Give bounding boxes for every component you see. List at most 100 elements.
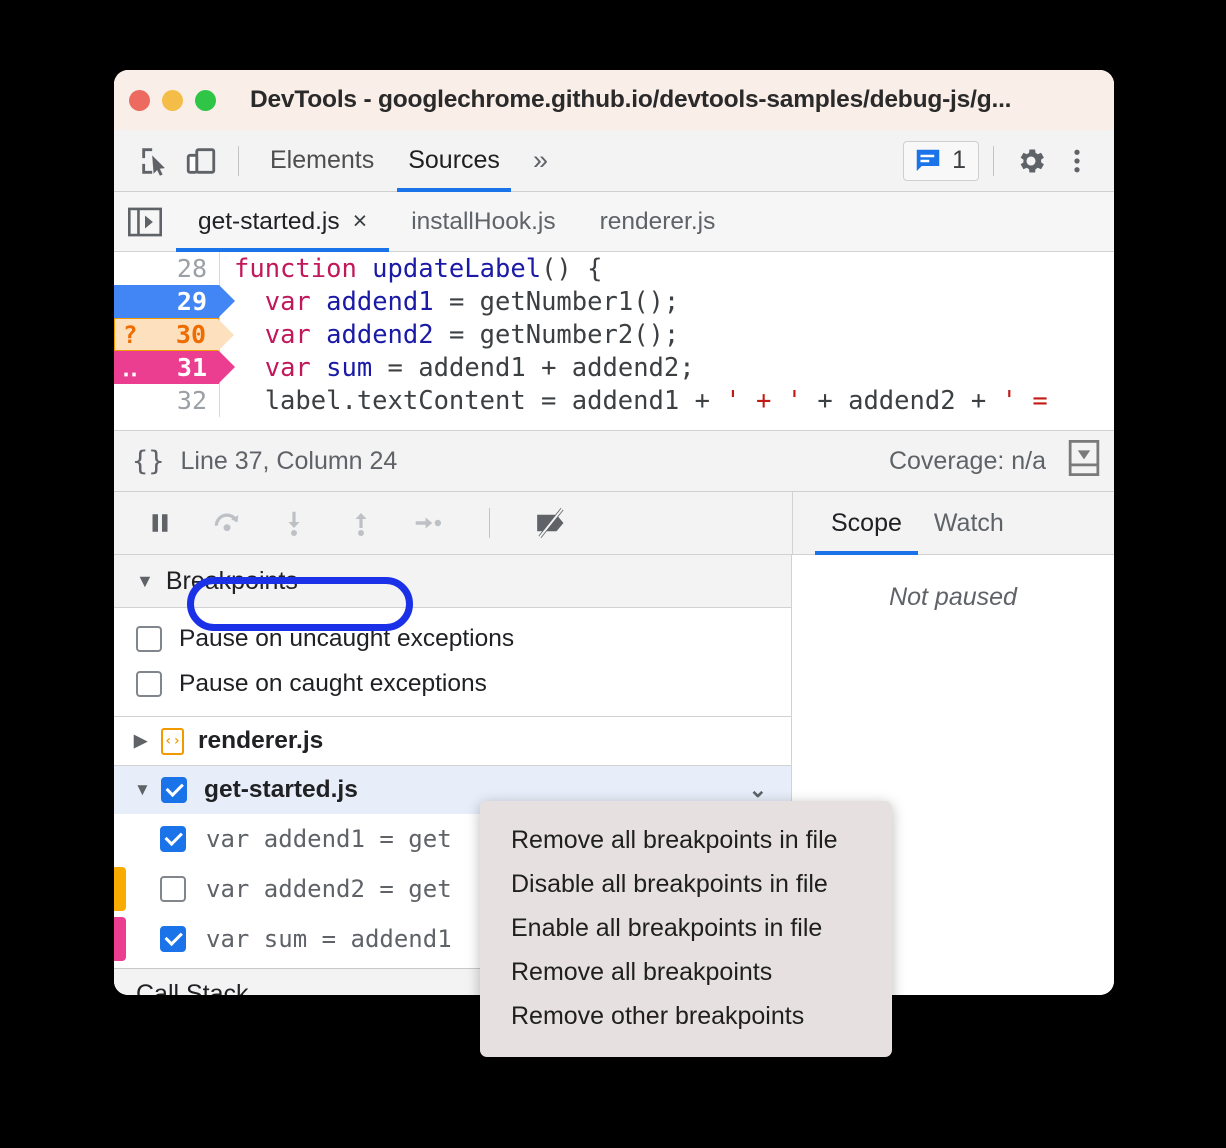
gear-icon[interactable] (1008, 138, 1054, 184)
toolbar-divider-2 (993, 145, 994, 176)
side-panel-tabs: Scope Watch (792, 492, 1114, 555)
code-token: var (264, 286, 327, 317)
chevron-down-icon[interactable]: ▼ (134, 780, 151, 800)
show-drawer-icon[interactable] (1068, 439, 1100, 483)
code-token: = getNumber1(); (433, 286, 680, 317)
breakpoint-checkbox[interactable] (160, 826, 186, 852)
line-number: 29 (176, 287, 207, 316)
panel-tab-elements[interactable]: Elements (253, 130, 391, 192)
code-token: updateLabel (372, 253, 542, 284)
code-token: function (234, 253, 373, 284)
console-message-badge[interactable]: 1 (903, 140, 979, 181)
editor-tab-get-started[interactable]: get-started.js × (176, 192, 390, 252)
breakpoint-label: var addend2 = get (206, 875, 452, 903)
code-token: var (264, 352, 327, 383)
debugger-toolbar-row: Scope Watch (114, 492, 1114, 555)
breakpoint-marker-29[interactable]: 29 (114, 285, 235, 318)
breakpoint-checkbox[interactable] (160, 876, 186, 902)
deactivate-breakpoints-icon[interactable] (531, 503, 571, 543)
breakpoint-checkbox[interactable] (160, 926, 186, 952)
pause-uncaught-exceptions-label: Pause on uncaught exceptions (179, 624, 515, 652)
line-number: 31 (176, 353, 207, 382)
editor-tab-label: installHook.js (411, 207, 556, 235)
screenshot-root: DevTools - googlechrome.github.io/devtoo… (0, 0, 1226, 1148)
breakpoint-file-renderer[interactable]: ▶ ‹› renderer.js (114, 717, 791, 765)
logpoint-marker-31[interactable]: ‥ 31 (114, 351, 235, 384)
minimize-window-button[interactable] (162, 89, 183, 111)
breakpoints-section-header[interactable]: ▼ Breakpoints (114, 555, 791, 608)
menu-item-remove-all-in-file[interactable]: Remove all breakpoints in file (480, 818, 892, 862)
debugger-controls (114, 492, 792, 554)
tab-scope[interactable]: Scope (815, 492, 918, 555)
more-vertical-icon[interactable] (1054, 138, 1100, 184)
pause-caught-exceptions-checkbox[interactable] (136, 670, 162, 697)
close-window-button[interactable] (129, 89, 150, 111)
editor-tab-label: renderer.js (599, 207, 716, 235)
pause-uncaught-exceptions-checkbox[interactable] (136, 625, 162, 652)
pause-uncaught-exceptions-row[interactable]: Pause on uncaught exceptions (114, 616, 791, 661)
line-number[interactable]: 32 (114, 384, 219, 417)
cursor-position: Line 37, Column 24 (180, 446, 398, 475)
code-text: function updateLabel() { (220, 254, 602, 284)
row-menu-icon[interactable]: ⌄ (749, 777, 767, 803)
code-editor[interactable]: 28 function updateLabel() { 29 var adden… (114, 252, 1114, 430)
menu-item-remove-other[interactable]: Remove other breakpoints (480, 994, 892, 1038)
close-icon[interactable]: × (353, 207, 368, 236)
code-token: () { (541, 253, 603, 284)
chevron-down-icon[interactable]: ▼ (136, 571, 154, 592)
breakpoint-label: var sum = addend1 (206, 925, 452, 953)
step-icon[interactable] (408, 503, 448, 543)
code-token: var (264, 319, 327, 350)
js-file-icon: ‹› (161, 727, 184, 755)
console-message-icon (916, 149, 940, 171)
breakpoint-file-label: renderer.js (198, 727, 324, 754)
more-panels-icon[interactable]: » (517, 145, 560, 176)
step-over-icon[interactable] (207, 503, 247, 543)
title-bar: DevTools - googlechrome.github.io/devtoo… (114, 70, 1114, 130)
inspect-element-icon[interactable] (132, 138, 178, 184)
code-text: var sum = addend1 + addend2; (220, 353, 695, 383)
breakpoint-label: var addend1 = get (206, 825, 452, 853)
conditional-breakpoint-bar (114, 867, 126, 911)
main-toolbar: Elements Sources » 1 (114, 130, 1114, 192)
panel-tab-sources[interactable]: Sources (391, 130, 517, 192)
call-stack-title: Call Stack (136, 980, 249, 995)
editor-tab-renderer[interactable]: renderer.js (578, 192, 738, 251)
step-into-icon[interactable] (274, 503, 314, 543)
code-token: = getNumber2(); (433, 319, 680, 350)
gutter: ? 30 (114, 318, 234, 351)
breakpoint-context-menu[interactable]: Remove all breakpoints in file Disable a… (480, 801, 892, 1057)
code-line: ? 30 var addend2 = getNumber2(); (114, 318, 1114, 351)
code-text: label.textContent = addend1 + ' + ' + ad… (220, 386, 1048, 416)
tab-watch[interactable]: Watch (918, 492, 1020, 554)
menu-item-enable-all-in-file[interactable]: Enable all breakpoints in file (480, 906, 892, 950)
editor-tab-installhook[interactable]: installHook.js (389, 192, 577, 251)
show-navigator-icon[interactable] (114, 192, 176, 251)
code-token: ' = (1001, 385, 1048, 416)
editor-tab-strip: get-started.js × installHook.js renderer… (114, 192, 1114, 252)
line-number[interactable]: 28 (114, 252, 219, 285)
menu-item-remove-all[interactable]: Remove all breakpoints (480, 950, 892, 994)
conditional-glyph: ? (123, 320, 138, 349)
breakpoint-file-checkbox[interactable] (161, 777, 187, 803)
toolbar-divider (238, 145, 239, 176)
pause-icon[interactable] (140, 503, 180, 543)
code-token: sum (326, 352, 373, 383)
maximize-window-button[interactable] (195, 89, 216, 111)
pause-caught-exceptions-row[interactable]: Pause on caught exceptions (114, 661, 791, 706)
editor-status-bar: {} Line 37, Column 24 Coverage: n/a (114, 430, 1114, 492)
breakpoint-file-label: get-started.js (204, 776, 358, 803)
code-line: 28 function updateLabel() { (114, 252, 1114, 285)
code-token: ' + ' (725, 385, 803, 416)
conditional-breakpoint-marker-30[interactable]: ? 30 (114, 318, 234, 351)
menu-item-disable-all-in-file[interactable]: Disable all breakpoints in file (480, 862, 892, 906)
format-code-icon[interactable]: {} (132, 446, 165, 477)
step-out-icon[interactable] (341, 503, 381, 543)
breakpoints-section-title: Breakpoints (165, 566, 298, 595)
device-toolbar-icon[interactable] (178, 138, 224, 184)
window-title: DevTools - googlechrome.github.io/devtoo… (250, 86, 1012, 113)
chevron-right-icon[interactable]: ▶ (134, 731, 148, 751)
